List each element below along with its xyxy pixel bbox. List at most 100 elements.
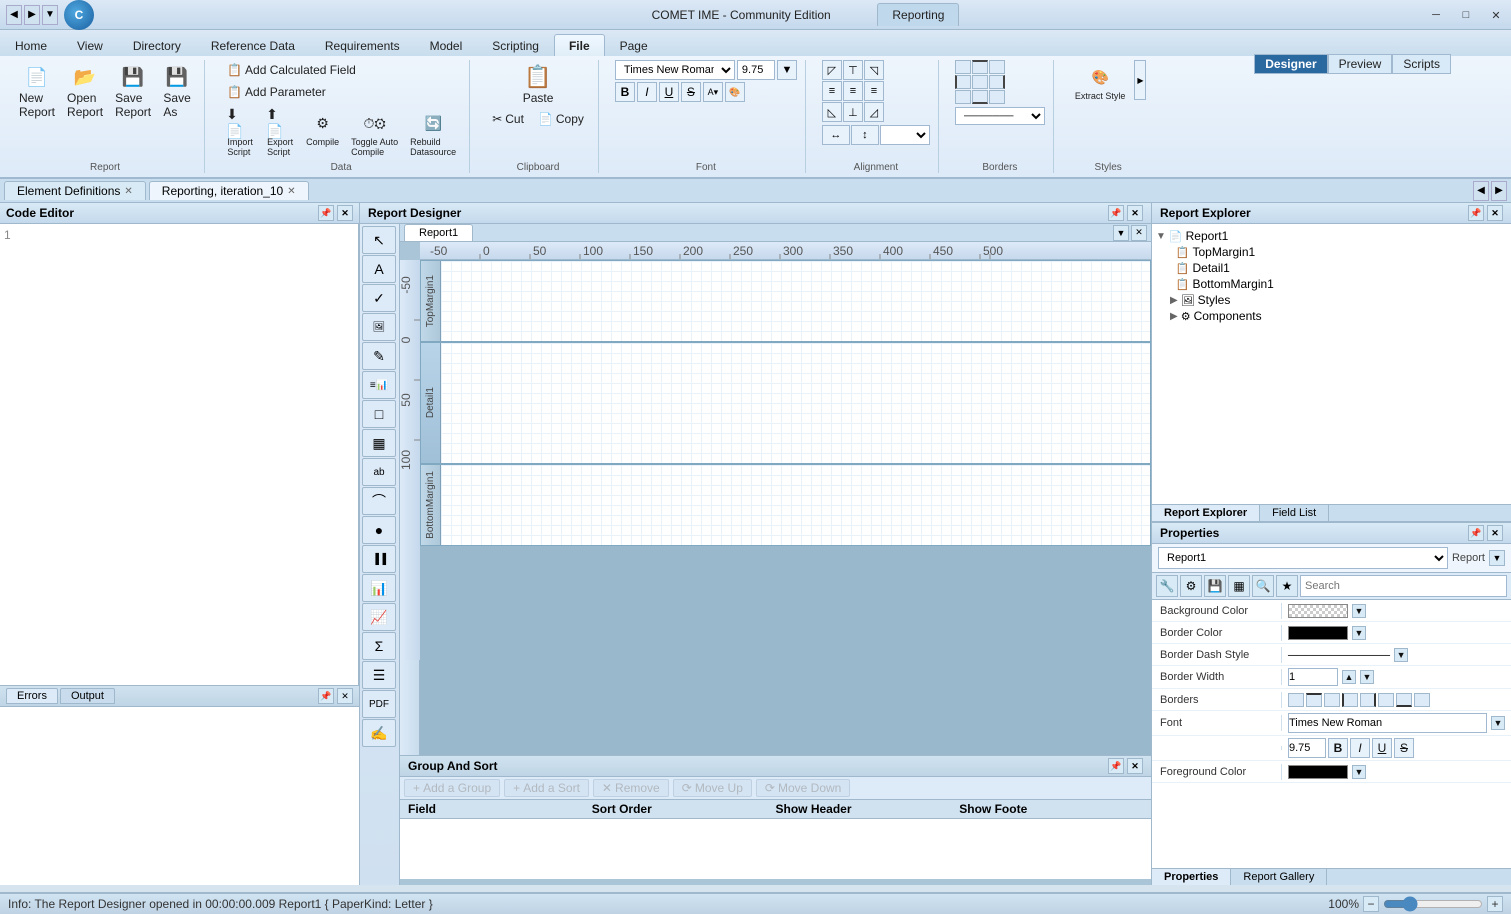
- import-script-btn[interactable]: ⬇📄 ImportScript: [221, 106, 259, 160]
- move-down-btn[interactable]: ⟳ Move Down: [756, 779, 850, 797]
- tree-item-topmargin[interactable]: 📋 TopMargin1: [1170, 244, 1507, 260]
- borders-tl-check[interactable]: [1288, 693, 1304, 707]
- close-properties-btn[interactable]: ✕: [1487, 525, 1503, 541]
- font-size-input[interactable]: [737, 60, 775, 80]
- tool-text[interactable]: A: [362, 255, 396, 283]
- close-report-tab-btn[interactable]: ✕: [1131, 225, 1147, 241]
- close-group-sort-btn[interactable]: ✕: [1127, 758, 1143, 774]
- tool-shape[interactable]: ●: [362, 516, 396, 544]
- report-explorer-tab[interactable]: Report Explorer: [1152, 505, 1260, 521]
- report1-tab[interactable]: Report1: [404, 224, 473, 241]
- pin-explorer-btn[interactable]: 📌: [1468, 205, 1484, 221]
- doc-tab-element-definitions[interactable]: Element Definitions ✕: [4, 181, 146, 200]
- prop-border-dash-style-value[interactable]: ──────────── ▼: [1282, 646, 1511, 664]
- align-center-top-btn[interactable]: ⊤: [843, 60, 863, 80]
- add-parameter-btn[interactable]: 📋 Add Parameter: [221, 82, 461, 102]
- tree-item-bottommargin[interactable]: 📋 BottomMargin1: [1170, 276, 1507, 292]
- borders-l-check[interactable]: [1342, 693, 1358, 707]
- tool-rich-text[interactable]: ab: [362, 458, 396, 486]
- save-report-btn[interactable]: 💾 SaveReport: [110, 60, 156, 122]
- borders-bl-check[interactable]: [1378, 693, 1394, 707]
- add-calculated-field-btn[interactable]: 📋 Add Calculated Field: [221, 60, 461, 80]
- rebuild-datasource-btn[interactable]: 🔄 RebuildDatasource: [405, 106, 461, 160]
- add-group-btn[interactable]: + Add a Group: [404, 779, 500, 797]
- underline-btn[interactable]: U: [659, 82, 679, 102]
- border-dash-expand[interactable]: ▼: [1394, 648, 1408, 662]
- toggle-auto-compile-btn[interactable]: ⏱⚙ Toggle AutoCompile: [346, 106, 403, 160]
- tool-chart[interactable]: 📊: [362, 574, 396, 602]
- tool-sub-report[interactable]: ≡📊: [362, 371, 396, 399]
- borders-t-check[interactable]: [1306, 693, 1322, 707]
- doc-nav-right[interactable]: ▶: [1491, 181, 1507, 201]
- border-t[interactable]: [972, 60, 988, 74]
- foreground-color-expand[interactable]: ▼: [1352, 765, 1366, 779]
- close-code-editor-btn[interactable]: ✕: [337, 205, 353, 221]
- borders-r-check[interactable]: [1360, 693, 1376, 707]
- tool-panel[interactable]: □: [362, 400, 396, 428]
- properties-search-input[interactable]: [1300, 575, 1507, 597]
- align-center-btn[interactable]: ≡: [843, 81, 863, 101]
- close-reporting[interactable]: ✕: [287, 186, 295, 197]
- strikethrough-btn[interactable]: S: [681, 82, 701, 102]
- add-sort-btn[interactable]: + Add a Sort: [504, 779, 589, 797]
- move-up-btn[interactable]: ⟳ Move Up: [673, 779, 752, 797]
- zoom-out-btn[interactable]: −: [1363, 896, 1379, 912]
- pin-properties-btn[interactable]: 📌: [1468, 525, 1484, 541]
- align-bottom-left-btn[interactable]: ◺: [822, 102, 842, 122]
- report-gallery-tab[interactable]: Report Gallery: [1231, 869, 1327, 885]
- zoom-slider[interactable]: [1383, 896, 1483, 912]
- doc-tab-reporting[interactable]: Reporting, iteration_10 ✕: [149, 181, 309, 200]
- pin-group-sort-btn[interactable]: 📌: [1108, 758, 1124, 774]
- font-name-value-input[interactable]: [1288, 713, 1487, 733]
- reporting-tab[interactable]: Reporting: [877, 3, 959, 26]
- prop-font-value[interactable]: ▼: [1282, 711, 1511, 735]
- alignment-extra-select[interactable]: [880, 125, 930, 145]
- prop-dropdown-btn[interactable]: ▼: [1489, 550, 1505, 566]
- border-width-down[interactable]: ▼: [1360, 670, 1374, 684]
- maximize-btn[interactable]: □: [1451, 0, 1481, 30]
- prop-background-color-value[interactable]: ▼: [1282, 602, 1511, 620]
- export-script-btn[interactable]: ⬆📄 ExportScript: [261, 106, 299, 160]
- close-explorer-btn[interactable]: ✕: [1487, 205, 1503, 221]
- tab-model[interactable]: Model: [415, 34, 478, 56]
- tool-picture-box[interactable]: 🖼: [362, 313, 396, 341]
- bold-btn[interactable]: B: [615, 82, 635, 102]
- compile-btn[interactable]: ⚙ Compile: [301, 106, 344, 160]
- prop-tool-btn-5[interactable]: 🔍: [1252, 575, 1274, 597]
- doc-nav-left[interactable]: ◀: [1473, 181, 1489, 201]
- font-name-select[interactable]: Times New Roman: [615, 60, 735, 80]
- properties-bottom-tab[interactable]: Properties: [1152, 869, 1231, 885]
- border-br[interactable]: [989, 90, 1005, 104]
- border-tr[interactable]: [989, 60, 1005, 74]
- styles-expand-icon[interactable]: ▶: [1170, 295, 1178, 306]
- cut-btn[interactable]: ✂Cut: [486, 109, 530, 129]
- minimize-btn[interactable]: ─: [1421, 0, 1451, 30]
- scripts-btn[interactable]: Scripts: [1392, 54, 1451, 74]
- spacing-btn[interactable]: ↕: [851, 125, 879, 145]
- border-bl[interactable]: [955, 90, 971, 104]
- borders-br-check[interactable]: [1414, 693, 1430, 707]
- nav-dropdown[interactable]: ▼: [42, 5, 58, 25]
- prop-strikethrough-btn[interactable]: S: [1394, 738, 1414, 758]
- tool-table-of-contents[interactable]: ☰: [362, 661, 396, 689]
- nav-forward[interactable]: ▶: [24, 5, 40, 25]
- close-errors-btn[interactable]: ✕: [337, 688, 353, 704]
- border-b[interactable]: [972, 90, 988, 104]
- pin-designer-btn[interactable]: 📌: [1108, 205, 1124, 221]
- copy-btn[interactable]: 📄Copy: [532, 109, 590, 129]
- border-c[interactable]: [972, 75, 988, 89]
- report-tab-dropdown[interactable]: ▼: [1113, 225, 1129, 241]
- output-tab[interactable]: Output: [60, 688, 115, 704]
- tool-pointer[interactable]: ↖: [362, 226, 396, 254]
- align-right-btn[interactable]: ≡: [864, 81, 884, 101]
- align-right-top-btn[interactable]: ◹: [864, 60, 884, 80]
- bottom-margin-content[interactable]: [441, 465, 1150, 545]
- tab-page[interactable]: Page: [605, 34, 663, 56]
- preview-btn[interactable]: Preview: [1328, 54, 1393, 74]
- tree-item-components[interactable]: ▶ ⚙ Components: [1170, 308, 1507, 324]
- close-element-definitions[interactable]: ✕: [124, 186, 132, 197]
- tool-pdf-content[interactable]: PDF: [362, 690, 396, 718]
- tab-home[interactable]: Home: [0, 34, 62, 56]
- prop-italic-btn[interactable]: I: [1350, 738, 1370, 758]
- border-tl[interactable]: [955, 60, 971, 74]
